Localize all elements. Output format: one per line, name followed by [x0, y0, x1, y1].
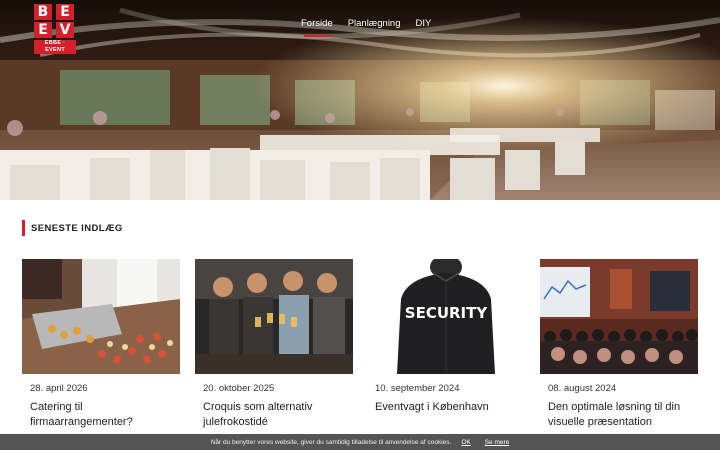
post-image[interactable]: SECURITY — [367, 259, 525, 374]
post-title[interactable]: Catering til firmaarrangementer? — [30, 400, 180, 430]
post-image[interactable] — [195, 259, 353, 374]
logo-letter: E — [34, 22, 52, 38]
logo-letter: B — [34, 4, 52, 20]
hero-banner: B E E V EBBE · EVENT Forside Planlægning… — [0, 0, 720, 200]
friends-toasting-image — [195, 259, 353, 374]
post-title[interactable]: Eventvagt i København — [375, 400, 525, 415]
site-logo[interactable]: B E E V EBBE · EVENT — [34, 4, 76, 54]
post-card[interactable]: 20. oktober 2025 Croquis som alternativ … — [195, 259, 353, 450]
logo-letter: V — [56, 22, 74, 38]
heading-accent-bar — [22, 220, 25, 236]
nav-item-planlaegning[interactable]: Planlægning — [348, 18, 401, 29]
post-title[interactable]: Den optimale løsning til din visuelle pr… — [548, 400, 698, 430]
nav-item-diy[interactable]: DIY — [416, 18, 432, 29]
catering-buffet-image — [22, 259, 180, 374]
post-card[interactable]: 08. august 2024 Den optimale løsning til… — [540, 259, 698, 450]
cookie-banner: Når du benytter vores website, giver du … — [0, 434, 720, 450]
post-date: 20. oktober 2025 — [203, 383, 275, 394]
cookie-more-link[interactable]: Se mere — [485, 439, 510, 446]
post-title[interactable]: Croquis som alternativ julefrokostidé — [203, 400, 353, 430]
post-date: 28. april 2026 — [30, 383, 88, 394]
conference-presentation-image — [540, 259, 698, 374]
section-heading: SENESTE INDLÆG — [22, 220, 123, 236]
post-image[interactable] — [540, 259, 698, 374]
cookie-ok-button[interactable]: OK — [461, 439, 470, 446]
cookie-text: Når du benytter vores website, giver du … — [210, 438, 452, 446]
logo-letter: E — [56, 4, 74, 20]
post-date: 08. august 2024 — [548, 383, 617, 394]
main-nav: Forside Planlægning DIY — [301, 18, 446, 37]
post-card[interactable]: SECURITY 10. september 2024 Eventvagt i … — [367, 259, 525, 450]
post-date: 10. september 2024 — [375, 383, 460, 394]
nav-item-forside[interactable]: Forside — [301, 18, 333, 37]
logo-tagline: EBBE · EVENT — [34, 40, 76, 54]
post-card[interactable]: 28. april 2026 Catering til firmaarrange… — [22, 259, 180, 450]
section-title: SENESTE INDLÆG — [31, 222, 123, 234]
security-guard-image: SECURITY — [367, 259, 525, 374]
post-image[interactable] — [22, 259, 180, 374]
security-print: SECURITY — [405, 304, 489, 322]
